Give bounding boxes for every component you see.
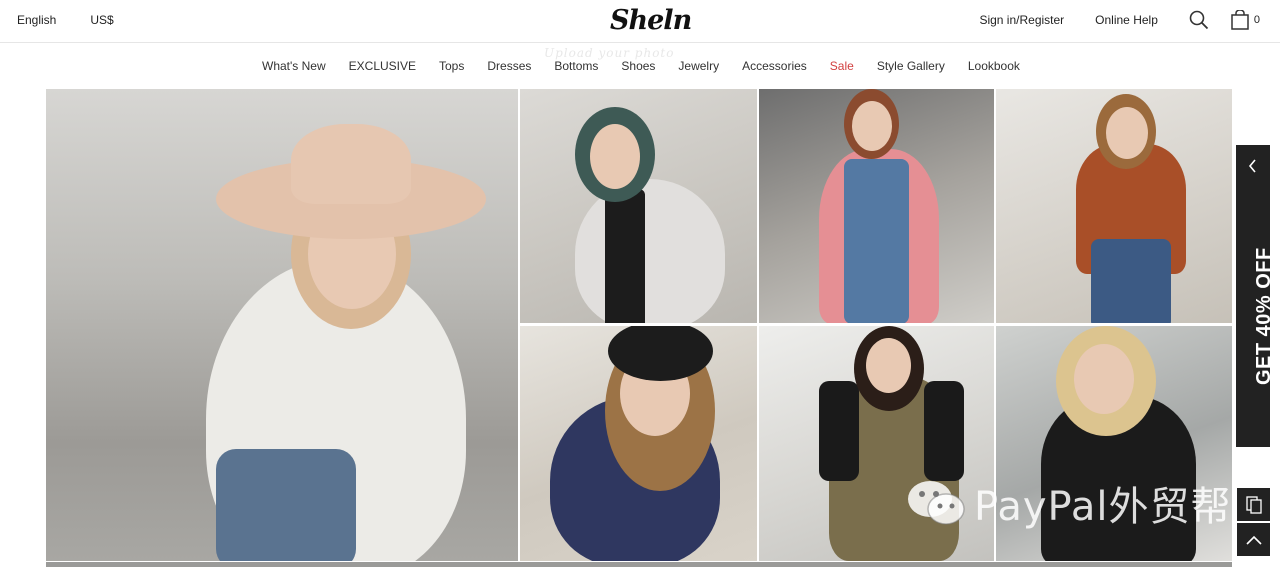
nav-item-lookbook[interactable]: Lookbook [968, 59, 1020, 73]
wechat-watermark: PayPal外贸帮 [906, 474, 1231, 532]
next-row-photo-strip [46, 562, 1232, 567]
nav-item-jewelry[interactable]: Jewelry [678, 59, 719, 73]
currency-selector[interactable]: US$ [90, 13, 113, 27]
nav-item-accessories[interactable]: Accessories [742, 59, 807, 73]
search-icon[interactable] [1189, 10, 1209, 30]
top-bar: English US$ Sheln Sign in/Register Onlin… [0, 0, 1280, 43]
main-nav: Upload your photo What's New EXCLUSIVE T… [0, 44, 1280, 88]
nav-item-shoes[interactable]: Shoes [621, 59, 655, 73]
copy-button[interactable] [1237, 488, 1270, 521]
nav-item-whats-new[interactable]: What's New [262, 59, 326, 73]
bag-count: 0 [1253, 14, 1260, 26]
nav-item-exclusive[interactable]: EXCLUSIVE [349, 59, 416, 73]
nav-item-sale[interactable]: Sale [830, 59, 854, 73]
promo-label: GET 40% OFF [1253, 247, 1275, 385]
shopping-bag-button[interactable]: 0 [1231, 10, 1260, 30]
gallery-photo-2[interactable] [759, 89, 994, 323]
chevron-up-icon [1245, 535, 1262, 545]
nav-item-bottoms[interactable]: Bottoms [554, 59, 598, 73]
copy-icon [1245, 495, 1262, 514]
chevron-left-icon [1248, 159, 1256, 173]
gallery-photo-3[interactable] [996, 89, 1232, 323]
nav-menu: What's New EXCLUSIVE Tops Dresses Bottom… [262, 59, 1043, 73]
shopping-bag-icon [1231, 10, 1249, 30]
account-links: Sign in/Register Online Help 0 [979, 10, 1260, 30]
watermark-text: PayPal外贸帮 [974, 484, 1232, 530]
back-to-top-button[interactable] [1237, 523, 1270, 556]
gallery-photo-main[interactable] [46, 89, 518, 561]
locale-switcher: English US$ [17, 13, 114, 27]
online-help-link[interactable]: Online Help [1095, 13, 1158, 27]
gallery-photo-4[interactable] [520, 326, 757, 561]
nav-item-dresses[interactable]: Dresses [487, 59, 531, 73]
upload-photo-ghost-text: Upload your photo [544, 46, 675, 60]
brand-logo[interactable]: Sheln [610, 5, 692, 36]
gallery-photo-1[interactable] [520, 89, 757, 323]
nav-item-style-gallery[interactable]: Style Gallery [877, 59, 945, 73]
language-selector[interactable]: English [17, 13, 56, 27]
nav-item-tops[interactable]: Tops [439, 59, 464, 73]
sign-in-register-link[interactable]: Sign in/Register [979, 13, 1064, 27]
wechat-icon [908, 481, 965, 525]
discount-promo-tab[interactable]: GET 40% OFF [1236, 145, 1275, 447]
